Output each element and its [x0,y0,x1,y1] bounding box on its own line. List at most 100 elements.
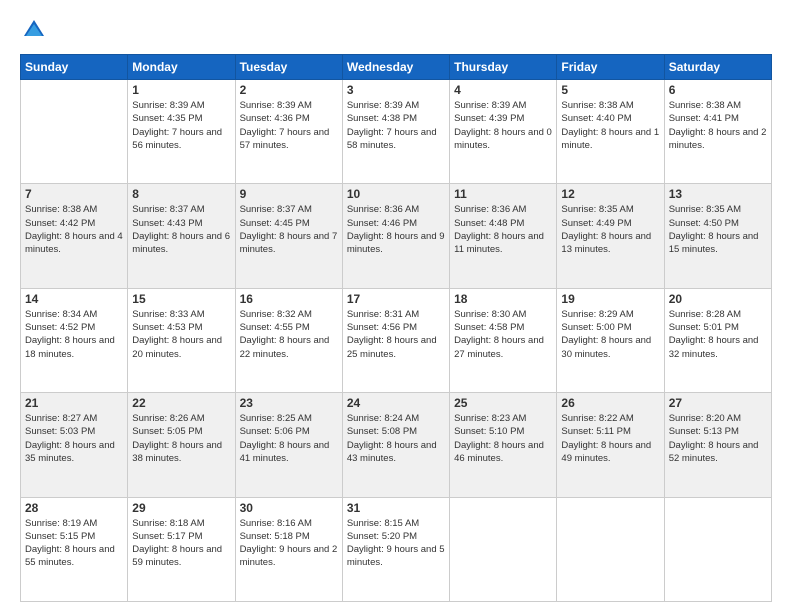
daylight: Daylight: 8 hours and 43 minutes. [347,440,437,464]
sunrise: Sunrise: 8:39 AM [240,100,312,111]
day-number: 2 [240,83,338,97]
sunrise: Sunrise: 8:34 AM [25,309,97,320]
day-number: 16 [240,292,338,306]
daylight: Daylight: 9 hours and 5 minutes. [347,544,445,568]
sunrise: Sunrise: 8:36 AM [454,204,526,215]
calendar-cell: 20 Sunrise: 8:28 AM Sunset: 5:01 PM Dayligh… [664,288,771,392]
daylight: Daylight: 7 hours and 56 minutes. [132,127,222,151]
day-info: Sunrise: 8:25 AMSunset: 5:06 PMDaylight:… [240,412,338,465]
calendar-cell: 23Sunrise: 8:25 AMSunset: 5:06 PMDayligh… [235,393,342,497]
sunrise: Sunrise: 8:18 AM [132,518,204,529]
day-info: Sunrise: 8:38 AMSunset: 4:40 PMDaylight:… [561,99,659,152]
day-info: Sunrise: 8:20 AMSunset: 5:13 PMDaylight:… [669,412,767,465]
sunrise: Sunrise: 8:26 AM [132,413,204,424]
sunrise: Sunrise: 8:37 AM [240,204,312,215]
day-info: Sunrise: 8:23 AMSunset: 5:10 PMDaylight:… [454,412,552,465]
daylight: Daylight: 8 hours and 2 minutes. [669,127,767,151]
sunset: Sunset: 5:05 PM [132,426,202,437]
daylight: Daylight: 7 hours and 58 minutes. [347,127,437,151]
sunset: Sunset: 4:52 PM [25,322,95,333]
day-number: 20 [669,292,767,306]
sunrise: Sunrise: 8:38 AM [561,100,633,111]
sunset: Sunset: 5:08 PM [347,426,417,437]
day-info: Sunrise: 8:22 AMSunset: 5:11 PMDaylight:… [561,412,659,465]
daylight: Daylight: 8 hours and 32 minutes. [669,335,759,359]
sunrise: Sunrise: 8:39 AM [347,100,419,111]
day-number: 12 [561,187,659,201]
sunrise: Sunrise: 8:27 AM [25,413,97,424]
day-number: 18 [454,292,552,306]
calendar-cell: 19 Sunrise: 8:29 AMSunset: 5:00 PMDayligh… [557,288,664,392]
calendar-header-sunday: Sunday [21,55,128,80]
day-number: 29 [132,501,230,515]
day-info: Sunrise: 8:39 AMSunset: 4:36 PMDaylight:… [240,99,338,152]
sunrise: Sunrise: 8:38 AM [25,204,97,215]
day-info: Sunrise: 8:30 AM Sunset: 4:58 PM Daylight:… [454,308,552,361]
daylight: Daylight: 8 hours and 9 minutes. [347,231,445,255]
sunrise: Sunrise: 8:39 AM [454,100,526,111]
daylight: Daylight: 8 hours and 30 minutes. [561,335,651,359]
day-info: Sunrise: 8:39 AMSunset: 4:35 PMDaylight:… [132,99,230,152]
sunset: Sunset: 4:43 PM [132,218,202,229]
day-info: Sunrise: 8:38 AMSunset: 4:41 PMDaylight:… [669,99,767,152]
sunrise: Sunrise: 8:16 AM [240,518,312,529]
daylight: Daylight: 8 hours and 35 minutes. [25,440,115,464]
day-number: 28 [25,501,123,515]
day-info: Sunrise: 8:29 AMSunset: 5:00 PMDaylight:… [561,308,659,361]
day-number: 30 [240,501,338,515]
day-number: 15 [132,292,230,306]
calendar-cell: 17Sunrise: 8:31 AMSunset: 4:56 PMDayligh… [342,288,449,392]
daylight: Daylight: 8 hours and 1 minute. [561,127,659,151]
sunset: Sunset: 4:50 PM [669,218,739,229]
day-info: Sunrise: 8:16 AMSunset: 5:18 PMDaylight:… [240,517,338,570]
calendar-cell: 24Sunrise: 8:24 AMSunset: 5:08 PMDayligh… [342,393,449,497]
daylight: Daylight: 8 hours and 49 minutes. [561,440,651,464]
day-info: Sunrise: 8:37 AMSunset: 4:43 PMDaylight:… [132,203,230,256]
day-number: 7 [25,187,123,201]
calendar-row-1: 7 Sunrise: 8:38 AMSunset: 4:42 PMDaylight… [21,184,772,288]
day-info: Sunrise: 8:33 AMSunset: 4:53 PMDaylight:… [132,308,230,361]
sunset: Sunset: 4:48 PM [454,218,524,229]
calendar-cell: 15Sunrise: 8:33 AMSunset: 4:53 PMDayligh… [128,288,235,392]
day-number: 17 [347,292,445,306]
calendar-cell: 1Sunrise: 8:39 AMSunset: 4:35 PMDaylight… [128,80,235,184]
calendar-cell: 30 Sunrise: 8:16 AMSunset: 5:18 PMDayligh… [235,497,342,601]
day-number: 19 [561,292,659,306]
daylight: Daylight: 8 hours and 46 minutes. [454,440,544,464]
calendar-cell: 13Sunrise: 8:35 AMSunset: 4:50 PMDayligh… [664,184,771,288]
calendar-cell [664,497,771,601]
calendar-cell: 22Sunrise: 8:26 AMSunset: 5:05 PMDayligh… [128,393,235,497]
day-number: 11 [454,187,552,201]
calendar-row-2: 14Sunrise: 8:34 AMSunset: 4:52 PMDayligh… [21,288,772,392]
day-info: Sunrise: 8:24 AMSunset: 5:08 PMDaylight:… [347,412,445,465]
sunset: Sunset: 5:03 PM [25,426,95,437]
header [20,16,772,44]
day-number: 8 [132,187,230,201]
calendar-cell: 11Sunrise: 8:36 AMSunset: 4:48 PMDayligh… [450,184,557,288]
sunrise: Sunrise: 8:32 AM [240,309,312,320]
day-number: 9 [240,187,338,201]
sunset: Sunset: 5:10 PM [454,426,524,437]
calendar-header-row: SundayMondayTuesdayWednesdayThursdayFrid… [21,55,772,80]
sunrise: Sunrise: 8:39 AM [132,100,204,111]
sunset: Sunset: 4:58 PM [454,322,524,333]
day-info: Sunrise: 8:18 AMSunset: 5:17 PMDaylight:… [132,517,230,570]
calendar-header-thursday: Thursday [450,55,557,80]
sunset: Sunset: 4:53 PM [132,322,202,333]
sunrise: Sunrise: 8:28 AM [669,309,741,320]
day-info: Sunrise: 8:38 AMSunset: 4:42 PMDaylight:… [25,203,123,256]
calendar-cell: 9Sunrise: 8:37 AMSunset: 4:45 PMDaylight… [235,184,342,288]
logo-icon [20,16,48,44]
sunset: Sunset: 5:17 PM [132,531,202,542]
daylight: Daylight: 8 hours and 27 minutes. [454,335,544,359]
sunrise: Sunrise: 8:30 AM [454,309,526,320]
daylight: Daylight: 8 hours and 38 minutes. [132,440,222,464]
day-number: 25 [454,396,552,410]
calendar-cell: 7 Sunrise: 8:38 AMSunset: 4:42 PMDaylight… [21,184,128,288]
calendar-cell [557,497,664,601]
calendar-header-tuesday: Tuesday [235,55,342,80]
sunset: Sunset: 5:01 PM [669,322,739,333]
sunrise: Sunrise: 8:33 AM [132,309,204,320]
day-info: Sunrise: 8:39 AMSunset: 4:39 PMDaylight:… [454,99,552,152]
day-info: Sunrise: 8:19 AMSunset: 5:15 PMDaylight:… [25,517,123,570]
